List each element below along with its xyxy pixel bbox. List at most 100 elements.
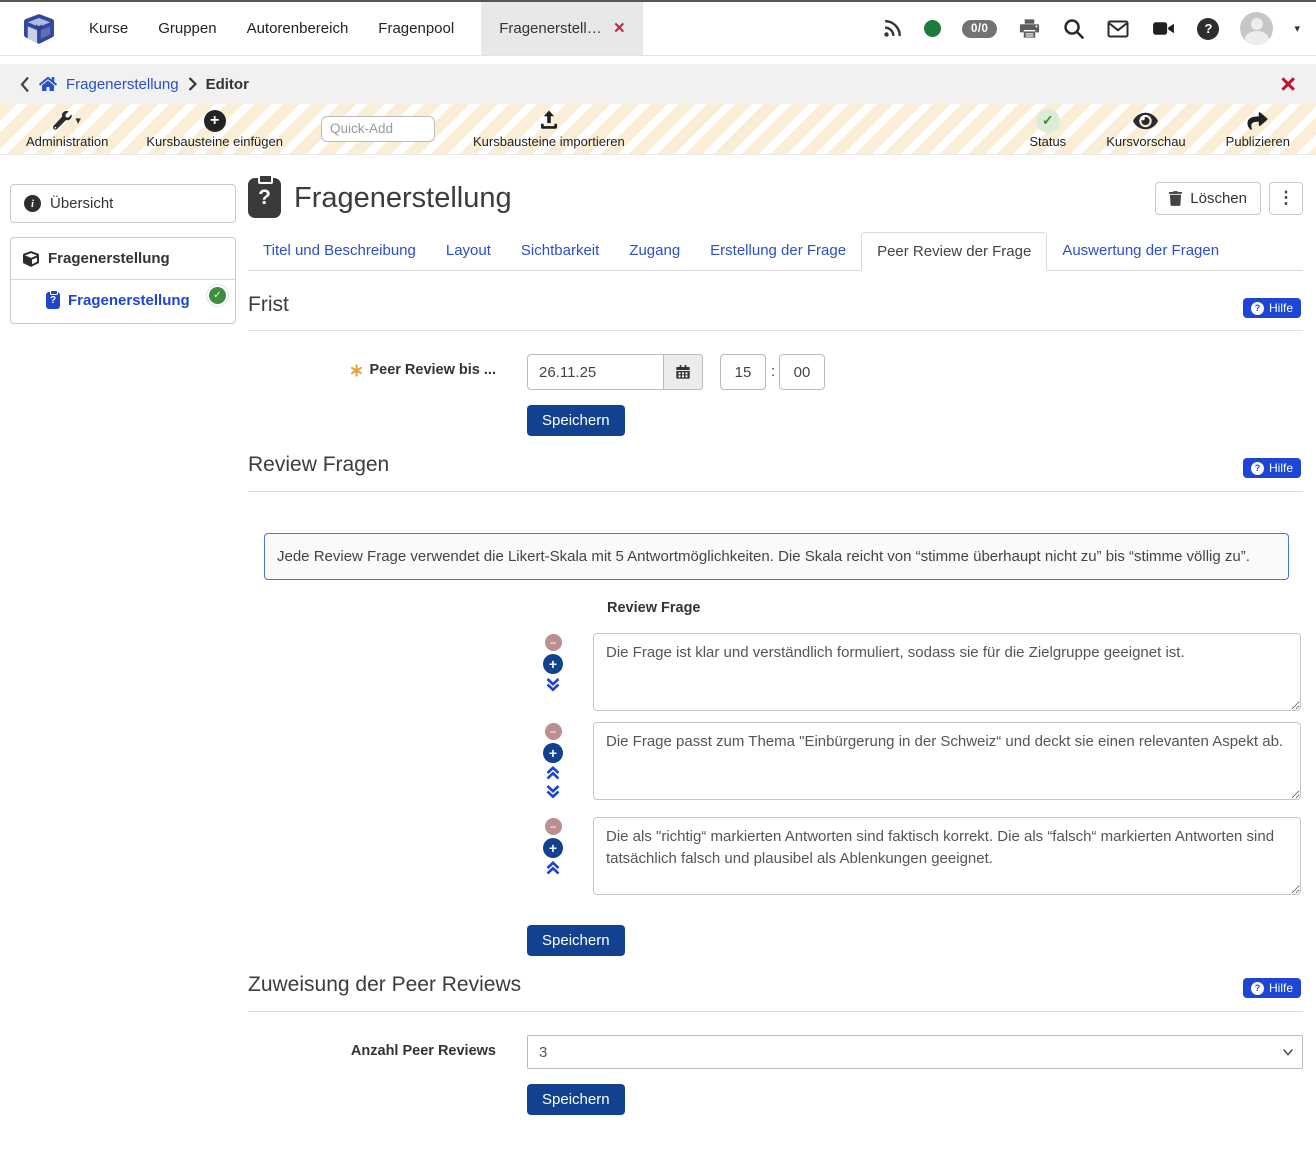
assignment-help-badge[interactable]: ? Hilfe <box>1243 978 1301 998</box>
add-row-icon[interactable] <box>543 743 563 763</box>
course-tree-card: Fragenerstellung ? Fragenerstellung ✓ <box>10 237 236 324</box>
application-window: Kurse Gruppen Autorenbereich Fragenpool … <box>0 0 1316 1149</box>
element-ok-badge: ✓ <box>207 285 228 306</box>
anzahl-peer-reviews-label: Anzahl Peer Reviews <box>248 1043 496 1059</box>
required-asterisk-icon <box>350 364 363 377</box>
quick-add-input[interactable] <box>321 116 435 142</box>
tab-titel-und-beschreibung[interactable]: Titel und Beschreibung <box>248 232 431 270</box>
rss-icon[interactable] <box>881 18 903 40</box>
calendar-icon <box>675 364 691 380</box>
review-question-textarea[interactable]: Die Frage ist klar und verständlich form… <box>593 633 1301 711</box>
menu-item-fragenpool[interactable]: Fragenpool <box>363 2 469 55</box>
menu-item-kurse[interactable]: Kurse <box>74 2 143 55</box>
row-controls <box>541 723 565 799</box>
remove-row-icon[interactable] <box>545 634 562 651</box>
tree-item-fragenerstellung[interactable]: ? Fragenerstellung ✓ <box>11 280 235 323</box>
tab-sichtbarkeit[interactable]: Sichtbarkeit <box>506 232 614 270</box>
mail-icon[interactable] <box>1106 17 1130 41</box>
save-review-questions-button[interactable]: Speichern <box>527 925 625 956</box>
course-preview-button[interactable]: Kursvorschau <box>1106 109 1185 149</box>
main-menu: Kurse Gruppen Autorenbereich Fragenpool <box>74 2 469 55</box>
tree-child-label: Fragenerstellung <box>68 292 190 309</box>
status-button[interactable]: ✓ Status <box>1029 109 1066 149</box>
more-actions-button[interactable]: ⋮ <box>1269 182 1303 215</box>
active-dtab-fragenerstellung[interactable]: Fragenerstell… × <box>481 2 643 55</box>
tab-auswertung-der-fragen[interactable]: Auswertung der Fragen <box>1047 232 1234 270</box>
help-label: Hilfe <box>1269 981 1293 995</box>
publish-label: Publizieren <box>1226 135 1290 149</box>
menu-item-autorenbereich[interactable]: Autorenbereich <box>232 2 364 55</box>
administration-menu[interactable]: ▾ Administration <box>26 109 108 149</box>
save-assignment-button[interactable]: Speichern <box>527 1084 625 1115</box>
close-tab-icon[interactable]: × <box>614 19 625 38</box>
search-icon[interactable] <box>1062 17 1085 40</box>
calendar-picker-button[interactable] <box>664 354 703 390</box>
tab-zugang[interactable]: Zugang <box>614 232 695 270</box>
user-menu-caret-icon[interactable]: ▾ <box>1294 22 1300 35</box>
hour-input[interactable] <box>720 354 766 390</box>
video-icon[interactable] <box>1151 16 1176 41</box>
overview-card: i Übersicht <box>10 184 236 223</box>
header-actions: Löschen ⋮ <box>1155 182 1303 215</box>
question-clipboard-icon-large: ? <box>248 178 281 218</box>
publish-button[interactable]: Publizieren <box>1226 109 1290 149</box>
peer-review-count-select[interactable]: 3 <box>527 1035 1303 1069</box>
save-frist-button[interactable]: Speichern <box>527 405 625 436</box>
review-question-textarea[interactable]: Die Frage passt zum Thema "Einbürgerung … <box>593 722 1301 800</box>
status-check-icon: ✓ <box>1036 109 1060 133</box>
plus-circle-icon: + <box>204 110 226 132</box>
cube-icon <box>23 251 39 267</box>
date-input[interactable] <box>527 354 664 390</box>
section-assignment-header: Zuweisung der Peer Reviews ? Hilfe <box>248 973 1303 1012</box>
breadcrumb-link-fragenerstellung[interactable]: Fragenerstellung <box>66 76 179 93</box>
close-editor-icon[interactable]: × <box>1280 71 1296 98</box>
move-up-icon[interactable] <box>545 766 561 781</box>
menu-item-gruppen[interactable]: Gruppen <box>143 2 231 55</box>
help-icon[interactable]: ? <box>1197 18 1219 40</box>
move-down-icon[interactable] <box>545 784 561 799</box>
home-icon[interactable] <box>39 76 57 92</box>
back-chevron-icon[interactable] <box>20 76 30 93</box>
chat-count-badge[interactable]: 0/0 <box>962 20 998 38</box>
question-clipboard-icon: ? <box>46 292 60 309</box>
tab-layout[interactable]: Layout <box>431 232 506 270</box>
preview-label: Kursvorschau <box>1106 135 1185 149</box>
remove-row-icon[interactable] <box>545 818 562 835</box>
tab-erstellung-der-frage[interactable]: Erstellung der Frage <box>695 232 861 270</box>
olat-logo-icon[interactable] <box>24 12 54 46</box>
wrench-icon: ▾ <box>53 109 81 133</box>
tree-root-course[interactable]: Fragenerstellung <box>11 238 235 280</box>
minute-input[interactable] <box>779 354 825 390</box>
add-row-icon[interactable] <box>543 838 563 858</box>
add-row-icon[interactable] <box>543 654 563 674</box>
import-label: Kursbausteine importieren <box>473 135 625 149</box>
question-circle-icon: ? <box>1251 982 1264 995</box>
move-down-icon[interactable] <box>545 677 561 692</box>
section-review-header: Review Fragen ? Hilfe <box>248 453 1303 492</box>
editor-main-panel: ? Fragenerstellung Löschen ⋮ Titel und B… <box>248 172 1303 1149</box>
move-up-icon[interactable] <box>545 861 561 876</box>
presence-status-icon[interactable] <box>924 20 941 37</box>
review-question-textarea[interactable]: Die als "richtig“ markierten Antworten s… <box>593 817 1301 895</box>
help-label: Hilfe <box>1269 461 1293 475</box>
delete-button[interactable]: Löschen <box>1155 182 1261 215</box>
remove-row-icon[interactable] <box>545 723 562 740</box>
print-icon[interactable] <box>1018 17 1041 40</box>
insert-course-element-button[interactable]: + Kursbausteine einfügen <box>146 109 283 149</box>
frist-help-badge[interactable]: ? Hilfe <box>1243 298 1301 318</box>
user-avatar[interactable] <box>1240 12 1273 45</box>
row-controls <box>541 818 565 876</box>
breadcrumb: Fragenerstellung Editor × <box>0 64 1316 104</box>
import-course-elements-button[interactable]: Kursbausteine importieren <box>473 109 625 149</box>
editor-toolbar: ▾ Administration + Kursbausteine einfüge… <box>0 104 1316 155</box>
review-help-badge[interactable]: ? Hilfe <box>1243 458 1301 478</box>
tree-root-label: Fragenerstellung <box>48 250 170 267</box>
tab-peer-review-der-frage[interactable]: Peer Review der Frage <box>861 232 1047 271</box>
review-question-row: Die als "richtig“ markierten Antworten s… <box>248 817 1303 895</box>
review-frage-column-header: Review Frage <box>607 600 701 616</box>
peer-review-bis-label: Peer Review bis ... <box>248 362 496 378</box>
navbar-tools: 0/0 ? ▾ <box>881 12 1316 45</box>
sidebar-item-overview[interactable]: i Übersicht <box>11 185 235 222</box>
administration-label: Administration <box>26 135 108 149</box>
info-icon: i <box>24 195 41 212</box>
